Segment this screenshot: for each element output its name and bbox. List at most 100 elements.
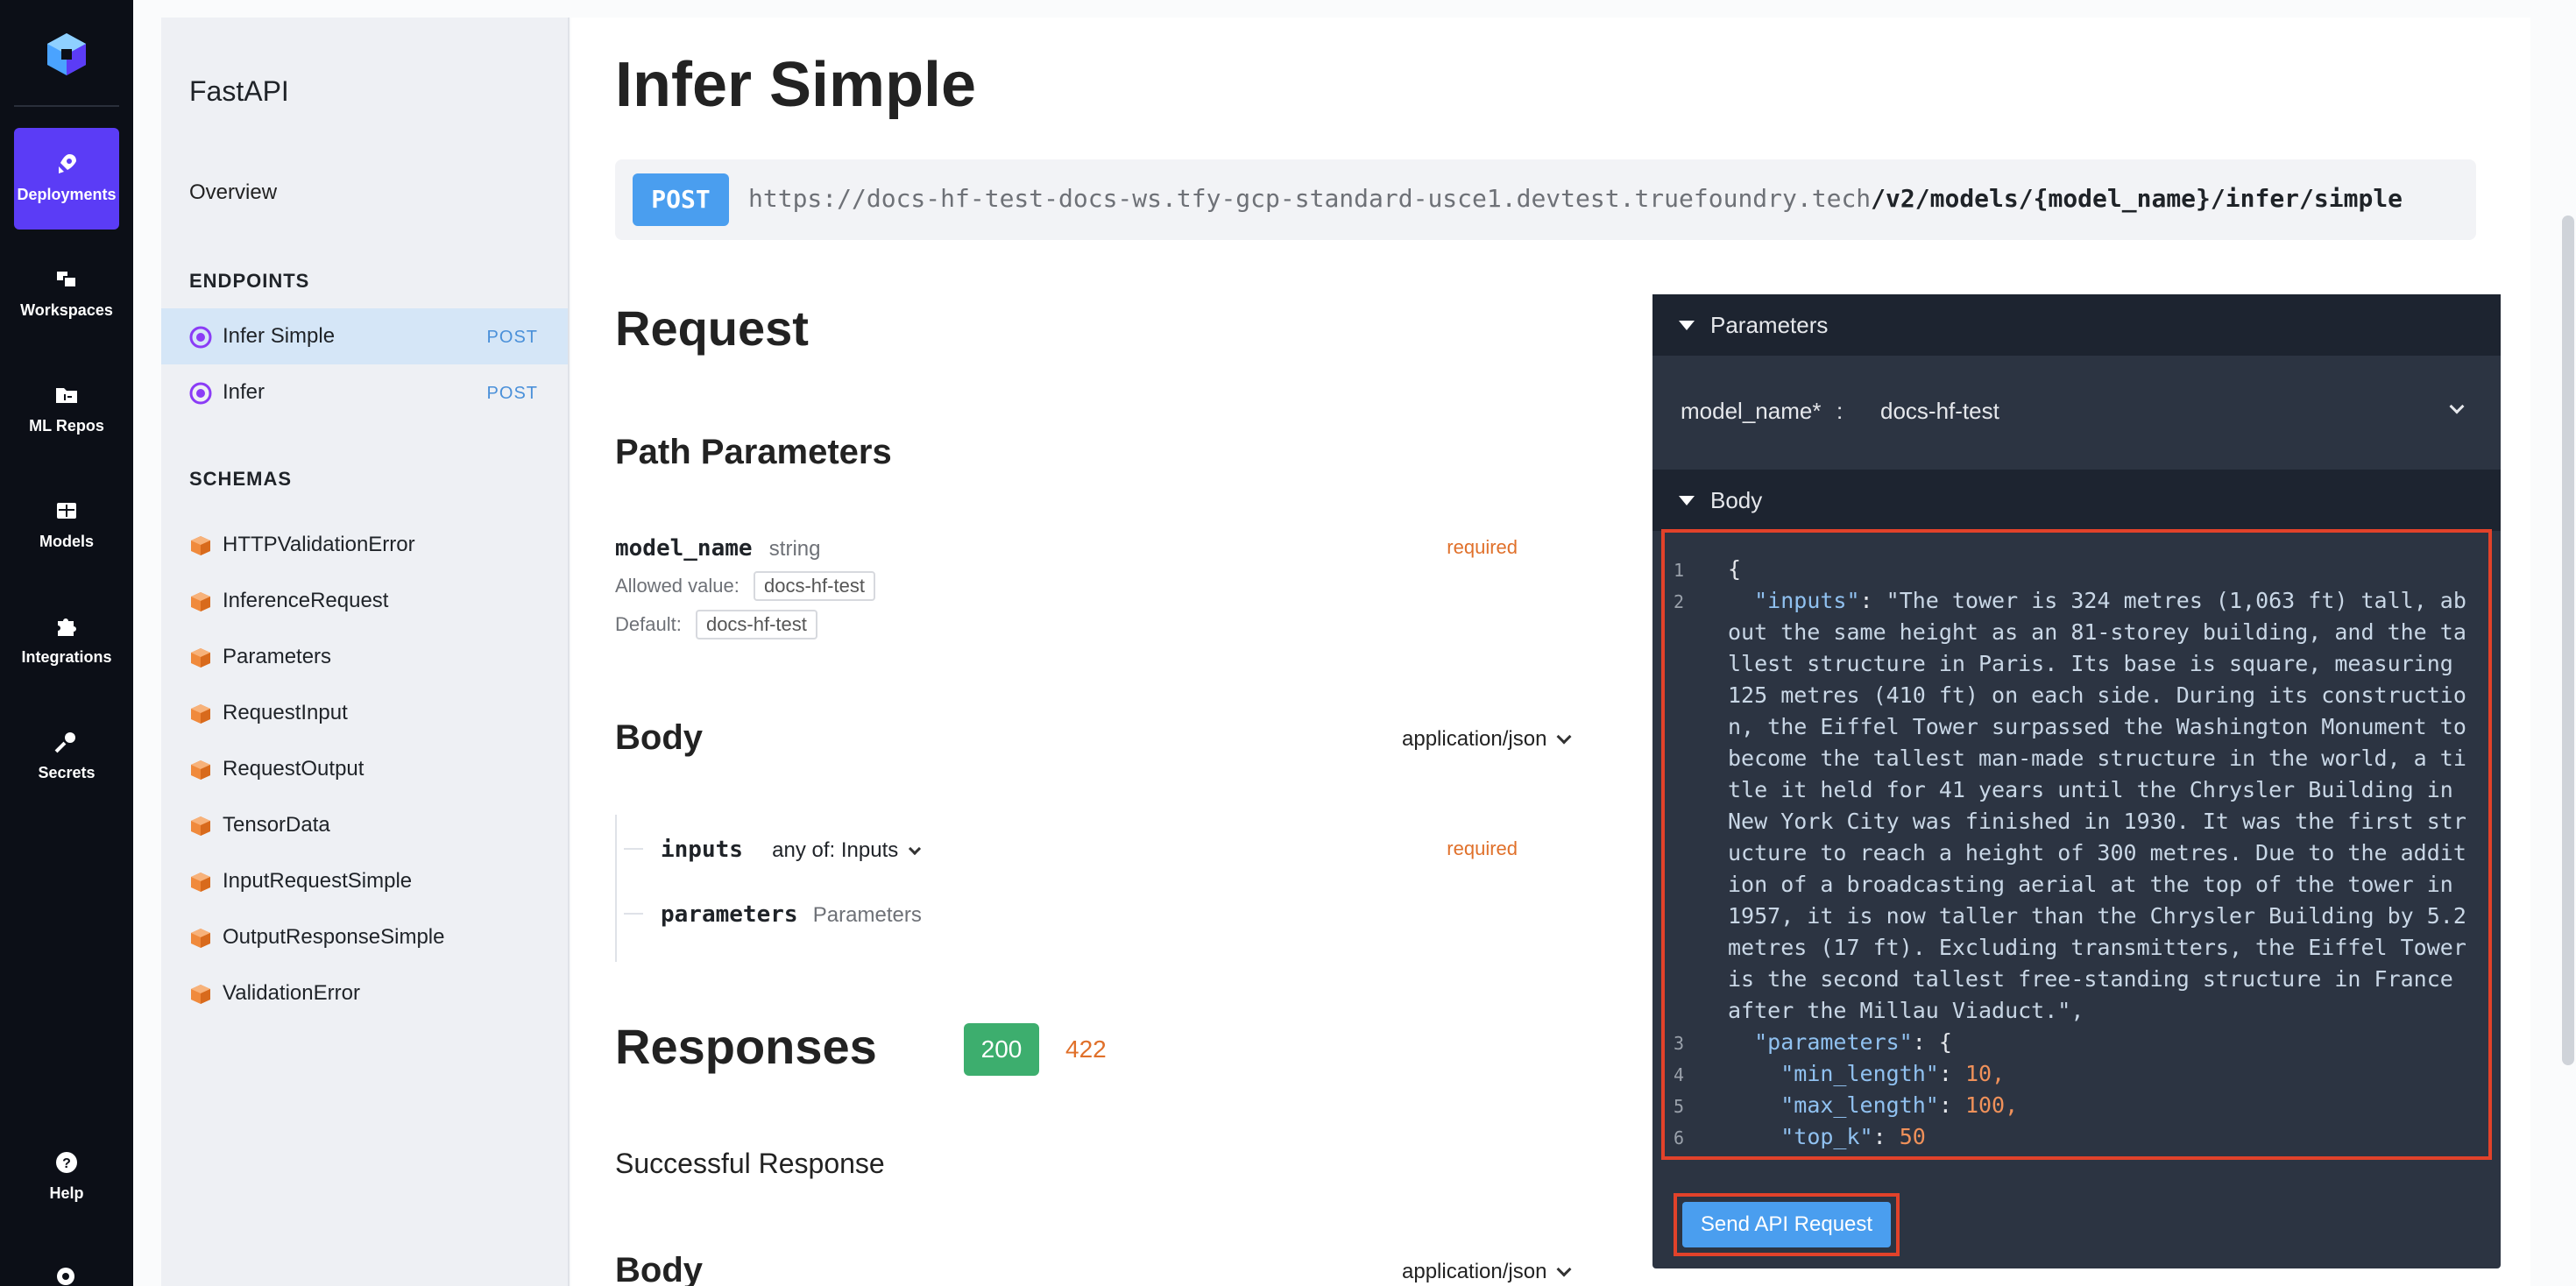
body-content-type-select[interactable]: application/json [1402, 727, 1572, 752]
api-sidebar: FastAPI Overview ENDPOINTS Infer Simple … [161, 18, 570, 1286]
success-response-text: Successful Response [615, 1148, 885, 1179]
code-line-4: 4 [1674, 1058, 1684, 1091]
json-number: 10, [1964, 1061, 2006, 1086]
field-type: Parameters [812, 903, 922, 927]
response-code-422[interactable]: 422 [1065, 1035, 1107, 1063]
code-text: "min_length": 10, [1780, 1061, 2006, 1086]
cube-icon [191, 873, 210, 892]
sidebar-schema-item[interactable]: RequestOutput [189, 753, 557, 788]
schema-tree-line [615, 815, 617, 962]
field-type: any of: Inputs [772, 838, 899, 862]
json-number: 50 [1899, 1124, 1926, 1149]
rail-item-help[interactable]: ? Help [14, 1127, 119, 1228]
code-text: { [1728, 556, 1742, 582]
schema-name: Parameters [223, 645, 332, 668]
body-section-header[interactable]: Body [1652, 470, 2501, 531]
schema-name: RequestOutput [223, 757, 364, 781]
line-number: 6 [1674, 1127, 1685, 1148]
line-number: 5 [1674, 1096, 1685, 1117]
json-key: "inputs" [1754, 588, 1860, 613]
endpoint-url-bar: POST https://docs-hf-test-docs-ws.tfy-gc… [615, 159, 2476, 240]
send-api-request-button[interactable]: Send API Request [1682, 1202, 1891, 1247]
endpoint-url: https://docs-hf-test-docs-ws.tfy-gcp-sta… [748, 184, 2403, 213]
svg-text:?: ? [62, 1156, 71, 1171]
target-icon [189, 382, 212, 405]
rail-item-ml-repos[interactable]: ML Repos [14, 359, 119, 461]
key-icon [54, 732, 75, 753]
rail-item-label: Deployments [17, 186, 117, 203]
rail-item-secrets[interactable]: Secrets [14, 706, 119, 808]
grid-icon [57, 503, 76, 519]
sidebar-schema-item[interactable]: ValidationError [189, 978, 557, 1013]
rail-item-models[interactable]: Models [14, 475, 119, 576]
section-title: Parameters [1710, 312, 1829, 338]
line-number: 4 [1674, 1064, 1685, 1085]
code-line-6: 6 [1674, 1121, 1684, 1154]
sidebar-schema-item[interactable]: InferenceRequest [189, 585, 557, 620]
sidebar-schema-item[interactable]: HTTPValidationError [189, 529, 557, 564]
workspaces-icon [57, 272, 77, 288]
section-title: Body [1710, 487, 1763, 513]
sidebar-item-infer[interactable]: Infer POST [161, 364, 568, 420]
default-row: Default: docs-hf-test [615, 610, 817, 639]
sidebar-schema-item[interactable]: RequestInput [189, 697, 557, 732]
body-heading: Body [615, 718, 703, 757]
rail-item-label: Models [39, 533, 94, 550]
cube-icon [191, 929, 210, 948]
request-heading: Request [615, 300, 809, 356]
response-content-type-select[interactable]: application/json [1402, 1260, 1572, 1284]
caret-down-icon [1679, 496, 1695, 505]
line-number: 3 [1674, 1033, 1685, 1054]
parameters-section-header[interactable]: Parameters [1652, 294, 2501, 356]
tree-branch [624, 848, 643, 850]
field-type-select[interactable]: any of: Inputs [772, 838, 922, 862]
json-string: "The tower is 324 metres (1,063 ft) tall… [1728, 588, 2466, 1023]
send-button-highlight: Send API Request [1674, 1193, 1900, 1256]
line-number: 1 [1674, 560, 1685, 581]
schema-name: OutputResponseSimple [223, 925, 445, 949]
rail-item-deployments[interactable]: Deployments [14, 128, 119, 230]
page-scrollbar[interactable] [2562, 216, 2574, 1065]
sidebar-item-infer-simple[interactable]: Infer Simple POST [161, 308, 568, 364]
json-key: "parameters" [1754, 1029, 1913, 1055]
response-code-200[interactable]: 200 [964, 1023, 1039, 1076]
page-title: Infer Simple [615, 50, 977, 120]
settings-icon[interactable] [51, 1261, 81, 1286]
cube-icon [191, 704, 210, 724]
sidebar-schema-item[interactable]: TensorData [189, 809, 557, 844]
sidebar-item-overview[interactable]: Overview [189, 180, 277, 205]
target-icon [189, 326, 212, 349]
json-number: 100, [1964, 1092, 2019, 1118]
rail-item-integrations[interactable]: Integrations [14, 590, 119, 692]
sidebar-schema-item[interactable]: Parameters [189, 641, 557, 676]
field-name: inputs [661, 837, 743, 863]
schema-name: RequestInput [223, 701, 348, 724]
line-number: 2 [1674, 591, 1685, 612]
code-text: "top_k": 50 [1780, 1124, 1926, 1149]
content-type-label: application/json [1402, 1260, 1547, 1283]
param-separator: : [1836, 398, 1844, 424]
code-line-1: 1 [1674, 554, 1684, 586]
sidebar-schema-item[interactable]: OutputResponseSimple [189, 922, 557, 957]
chevron-down-icon [1556, 1261, 1572, 1277]
model-name-param-row: model_name* : docs-hf-test [1652, 356, 2501, 466]
rail-divider [14, 105, 119, 107]
required-label: required [1447, 536, 1518, 558]
schema-name: InputRequestSimple [223, 869, 413, 893]
schema-name: TensorData [223, 813, 330, 837]
path-params-heading: Path Parameters [615, 433, 892, 471]
code-text: "max_length": 100, [1780, 1092, 2019, 1118]
caret-down-icon [1679, 321, 1695, 330]
param-label: model_name* [1681, 398, 1822, 424]
endpoint-method: POST [486, 328, 538, 347]
request-body-editor[interactable]: 1 { 2 "inputs": "The tower is 324 metres… [1661, 529, 2492, 1160]
rail-item-workspaces[interactable]: Workspaces [14, 244, 119, 345]
rail-item-label: Integrations [21, 648, 112, 666]
app-logo-icon[interactable] [44, 32, 89, 77]
json-punct: { [1938, 1029, 1952, 1055]
cube-icon [191, 592, 210, 611]
param-name: model_name [615, 535, 753, 562]
model-name-select[interactable]: docs-hf-test [1870, 385, 2474, 438]
sidebar-schema-item[interactable]: InputRequestSimple [189, 866, 557, 901]
cube-icon [191, 536, 210, 555]
